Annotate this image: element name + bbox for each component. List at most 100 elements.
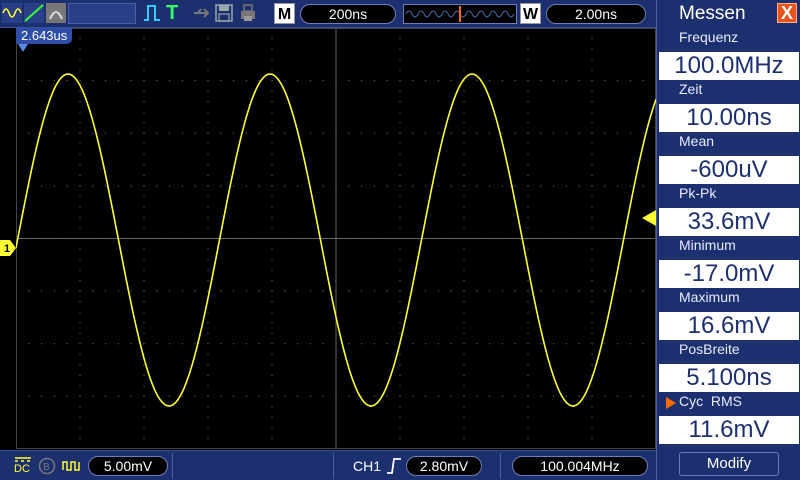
grid-dot [463, 111, 465, 113]
coupling-indicator[interactable]: DC [14, 455, 32, 477]
grid-dot [207, 90, 209, 92]
grid-dot [463, 143, 465, 145]
grid-dot [79, 332, 81, 334]
grid-dot [591, 58, 593, 61]
grid-dot [591, 37, 593, 40]
measure-value-mean[interactable]: -600uV [659, 156, 799, 184]
grid-dot [53, 395, 55, 397]
measure-value-frequency[interactable]: 100.0MHz [659, 52, 799, 80]
grid-dot [617, 395, 619, 397]
grid-dot [463, 90, 465, 92]
sine-wave-icon[interactable] [2, 3, 22, 23]
grid-dot [79, 80, 81, 82]
trigger-position-label[interactable]: 2.643us [16, 28, 73, 44]
grid-dot [258, 290, 260, 292]
trigger-level-display[interactable]: 2.80mV [406, 456, 482, 476]
grid-dot [28, 290, 30, 292]
invert-icon[interactable] [62, 458, 82, 474]
modify-button[interactable]: Modify [679, 452, 779, 476]
grid-dot [578, 290, 580, 292]
close-button[interactable]: X [777, 3, 797, 23]
divider [333, 453, 334, 479]
save-icon[interactable] [214, 3, 234, 23]
channel-1-marker[interactable]: 1 [0, 240, 16, 256]
grid-dot [271, 185, 273, 187]
graticule [16, 28, 656, 449]
grid-dot [591, 164, 593, 166]
grid-dot [399, 427, 401, 429]
grid-dot [41, 343, 43, 345]
grid-dot [463, 248, 465, 250]
trigger-level-marker[interactable] [642, 210, 656, 226]
grid-dot [591, 311, 593, 313]
grid-dot [322, 185, 324, 187]
ramp-wave-icon[interactable] [24, 3, 44, 23]
grid-dot [143, 416, 145, 419]
grid-dot [271, 248, 273, 250]
grid-dot [412, 343, 414, 345]
grid-dot [578, 343, 580, 345]
persist-icon[interactable] [46, 3, 66, 23]
zoom-timebase-display[interactable]: 2.00ns [546, 4, 646, 24]
grid-dot [79, 385, 81, 387]
grid-dot [591, 385, 593, 387]
grid-dot [399, 311, 401, 313]
memory-position-bar[interactable] [403, 4, 517, 24]
measure-value-time[interactable]: 10.00ns [659, 104, 799, 132]
grid-dot [245, 132, 247, 134]
grid-dot [361, 343, 363, 345]
grid-dot [591, 258, 593, 261]
grid-dot [297, 343, 299, 345]
mode-button[interactable]: M [274, 3, 295, 24]
grid-dot [463, 164, 465, 166]
waveform-display[interactable] [16, 28, 656, 449]
grid-dot [437, 395, 439, 397]
measure-label-mean: Mean [679, 133, 715, 149]
grid-dot [207, 227, 209, 229]
measure-value-pk-pk[interactable]: 33.6mV [659, 208, 799, 236]
grid-dot [271, 437, 273, 440]
grid-dot [463, 132, 465, 134]
grid-dot [143, 290, 145, 292]
measure-value-cyc-rms[interactable]: 11.6mV [659, 416, 799, 444]
trigger-source-label[interactable]: CH1 [353, 458, 381, 474]
measure-value-pos-width[interactable]: 5.100ns [659, 364, 799, 392]
grid-dot [399, 258, 401, 261]
measure-value-maximum[interactable]: 16.6mV [659, 312, 799, 340]
grid-dot [207, 164, 209, 166]
rising-edge-icon[interactable] [386, 457, 402, 475]
zoom-window-button[interactable]: W [520, 3, 541, 24]
grid-dot [207, 353, 209, 355]
grid-dot [463, 364, 465, 366]
grid-dot [194, 185, 196, 187]
status-bar: DC B 5.00mV CH1 2.80mV 100.004MHz [0, 450, 656, 480]
grid-dot [527, 395, 529, 397]
grid-dot [66, 343, 68, 345]
grid-dot [143, 437, 145, 440]
grid-dot [271, 122, 273, 124]
grid-dot [463, 269, 465, 271]
pulse-trigger-icon[interactable] [142, 3, 162, 23]
grid-dot [271, 258, 273, 261]
grid-dot [271, 427, 273, 429]
bandwidth-limit-icon[interactable]: B [38, 457, 56, 475]
grid-dot [258, 132, 260, 134]
grid-dot [463, 395, 465, 397]
grid-dot [501, 395, 503, 397]
measure-value-minimum[interactable]: -17.0mV [659, 260, 799, 288]
timebase-display[interactable]: 200ns [300, 4, 396, 24]
grid-dot [271, 58, 273, 61]
grid-dot [207, 58, 209, 61]
print-icon[interactable] [238, 3, 258, 23]
grid-dot [489, 132, 491, 134]
grid-dot [463, 343, 465, 345]
grid-dot [591, 48, 593, 50]
grid-dot [463, 322, 465, 324]
grid-dot [527, 353, 529, 355]
grid-dot [553, 343, 555, 345]
grid-dot [425, 395, 427, 397]
ch1-scale-display[interactable]: 5.00mV [88, 456, 168, 476]
grid-dot [361, 290, 363, 292]
grid-dot [41, 132, 43, 134]
grid-dot [527, 37, 529, 40]
